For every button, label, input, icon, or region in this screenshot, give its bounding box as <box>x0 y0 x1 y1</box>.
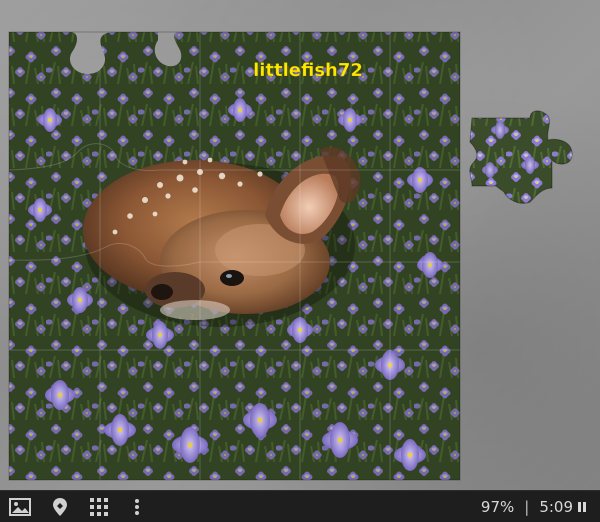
loose-puzzle-piece[interactable] <box>469 110 573 204</box>
bottom-toolbar: 97% | 5:09 <box>0 490 600 522</box>
puzzle-canvas: littlefish72 <box>8 31 573 481</box>
puzzle-image <box>9 32 460 480</box>
pause-icon[interactable] <box>578 501 586 512</box>
piece-shape-icon[interactable] <box>48 495 72 519</box>
game-status: 97% | 5:09 <box>481 498 586 516</box>
status-separator: | <box>524 497 530 516</box>
username-label: littlefish72 <box>253 60 363 81</box>
more-vertical-icon[interactable] <box>125 495 149 519</box>
image-icon[interactable] <box>8 495 32 519</box>
elapsed-time: 5:09 <box>539 497 573 516</box>
grid-icon[interactable] <box>87 495 111 519</box>
progress-percent: 97% <box>480 497 515 516</box>
